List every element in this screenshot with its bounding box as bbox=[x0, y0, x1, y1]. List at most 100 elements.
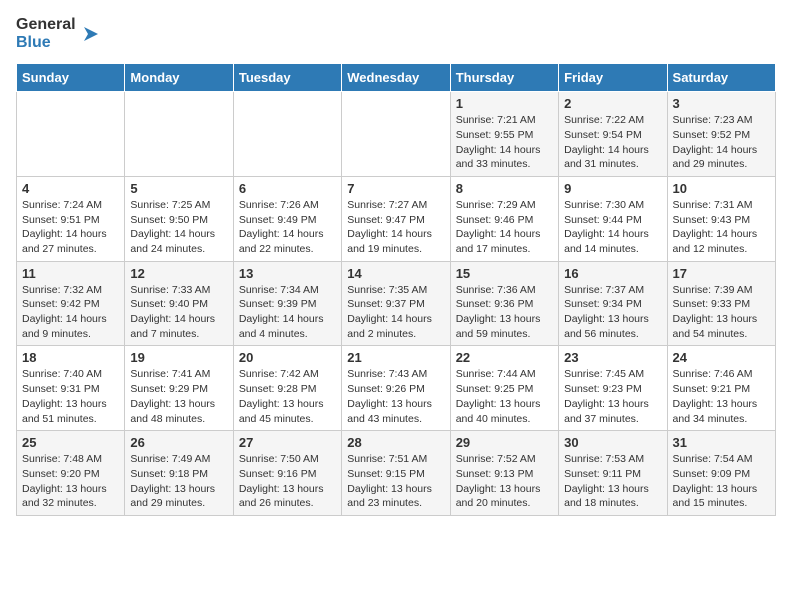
page-header: General Blue bbox=[16, 16, 776, 51]
day-number: 5 bbox=[130, 181, 227, 196]
day-info: Sunrise: 7:51 AMSunset: 9:15 PMDaylight:… bbox=[347, 452, 444, 511]
calendar-cell: 2 Sunrise: 7:22 AMSunset: 9:54 PMDaylight… bbox=[559, 92, 667, 177]
day-info: Sunrise: 7:45 AMSunset: 9:23 PMDaylight:… bbox=[564, 367, 661, 426]
logo-arrow-icon bbox=[80, 23, 102, 45]
calendar-cell: 12Sunrise: 7:33 AMSunset: 9:40 PMDayligh… bbox=[125, 261, 233, 346]
calendar-header: SundayMondayTuesdayWednesdayThursdayFrid… bbox=[17, 64, 776, 92]
day-info: Sunrise: 7:33 AMSunset: 9:40 PMDaylight:… bbox=[130, 283, 227, 342]
day-info: Sunrise: 7:46 AMSunset: 9:21 PMDaylight:… bbox=[673, 367, 770, 426]
day-number: 4 bbox=[22, 181, 119, 196]
day-info: Sunrise: 7:24 AMSunset: 9:51 PMDaylight:… bbox=[22, 198, 119, 257]
day-info: Sunrise: 7:42 AMSunset: 9:28 PMDaylight:… bbox=[239, 367, 336, 426]
day-info: Sunrise: 7:29 AMSunset: 9:46 PMDaylight:… bbox=[456, 198, 553, 257]
weekday-header-monday: Monday bbox=[125, 64, 233, 92]
day-number: 26 bbox=[130, 435, 227, 450]
calendar-cell: 28 Sunrise: 7:51 AMSunset: 9:15 PMDayligh… bbox=[342, 431, 450, 516]
day-number: 28 bbox=[347, 435, 444, 450]
calendar-week-1: 1Sunrise: 7:21 AMSunset: 9:55 PMDaylight… bbox=[17, 92, 776, 177]
calendar-cell: 20Sunrise: 7:42 AMSunset: 9:28 PMDayligh… bbox=[233, 346, 341, 431]
calendar-cell: 19Sunrise: 7:41 AMSunset: 9:29 PMDayligh… bbox=[125, 346, 233, 431]
day-number: 13 bbox=[239, 266, 336, 281]
day-info: Sunrise: 7:37 AMSunset: 9:34 PMDaylight:… bbox=[564, 283, 661, 342]
day-number: 6 bbox=[239, 181, 336, 196]
day-number: 11 bbox=[22, 266, 119, 281]
day-number: 29 bbox=[456, 435, 553, 450]
calendar-cell: 16 Sunrise: 7:37 AMSunset: 9:34 PMDayligh… bbox=[559, 261, 667, 346]
calendar-cell: 6 Sunrise: 7:26 AMSunset: 9:49 PMDaylight… bbox=[233, 176, 341, 261]
logo-text: General Blue bbox=[16, 16, 76, 51]
calendar-cell bbox=[233, 92, 341, 177]
day-info: Sunrise: 7:26 AMSunset: 9:49 PMDaylight:… bbox=[239, 198, 336, 257]
calendar-cell: 4 Sunrise: 7:24 AMSunset: 9:51 PMDaylight… bbox=[17, 176, 125, 261]
day-number: 3 bbox=[673, 96, 770, 111]
day-number: 9 bbox=[564, 181, 661, 196]
day-number: 19 bbox=[130, 350, 227, 365]
calendar-cell: 24Sunrise: 7:46 AMSunset: 9:21 PMDayligh… bbox=[667, 346, 775, 431]
day-number: 18 bbox=[22, 350, 119, 365]
day-info: Sunrise: 7:30 AMSunset: 9:44 PMDaylight:… bbox=[564, 198, 661, 257]
calendar-cell bbox=[125, 92, 233, 177]
day-info: Sunrise: 7:48 AMSunset: 9:20 PMDaylight:… bbox=[22, 452, 119, 511]
day-info: Sunrise: 7:39 AMSunset: 9:33 PMDaylight:… bbox=[673, 283, 770, 342]
day-info: Sunrise: 7:52 AMSunset: 9:13 PMDaylight:… bbox=[456, 452, 553, 511]
day-info: Sunrise: 7:44 AMSunset: 9:25 PMDaylight:… bbox=[456, 367, 553, 426]
calendar-cell: 3 Sunrise: 7:23 AMSunset: 9:52 PMDaylight… bbox=[667, 92, 775, 177]
logo-general: General bbox=[16, 16, 76, 33]
day-info: Sunrise: 7:36 AMSunset: 9:36 PMDaylight:… bbox=[456, 283, 553, 342]
weekday-header-thursday: Thursday bbox=[450, 64, 558, 92]
day-info: Sunrise: 7:54 AMSunset: 9:09 PMDaylight:… bbox=[673, 452, 770, 511]
logo-blue: Blue bbox=[16, 34, 51, 51]
day-number: 14 bbox=[347, 266, 444, 281]
calendar-cell: 9 Sunrise: 7:30 AMSunset: 9:44 PMDaylight… bbox=[559, 176, 667, 261]
day-number: 2 bbox=[564, 96, 661, 111]
day-number: 15 bbox=[456, 266, 553, 281]
calendar-week-3: 11Sunrise: 7:32 AMSunset: 9:42 PMDayligh… bbox=[17, 261, 776, 346]
weekday-header-row: SundayMondayTuesdayWednesdayThursdayFrid… bbox=[17, 64, 776, 92]
day-info: Sunrise: 7:22 AMSunset: 9:54 PMDaylight:… bbox=[564, 113, 661, 172]
calendar-week-4: 18 Sunrise: 7:40 AMSunset: 9:31 PMDayligh… bbox=[17, 346, 776, 431]
day-info: Sunrise: 7:31 AMSunset: 9:43 PMDaylight:… bbox=[673, 198, 770, 257]
day-number: 16 bbox=[564, 266, 661, 281]
calendar-cell: 30Sunrise: 7:53 AMSunset: 9:11 PMDayligh… bbox=[559, 431, 667, 516]
calendar-cell: 18 Sunrise: 7:40 AMSunset: 9:31 PMDayligh… bbox=[17, 346, 125, 431]
weekday-header-friday: Friday bbox=[559, 64, 667, 92]
day-info: Sunrise: 7:21 AMSunset: 9:55 PMDaylight:… bbox=[456, 113, 553, 172]
day-info: Sunrise: 7:35 AMSunset: 9:37 PMDaylight:… bbox=[347, 283, 444, 342]
day-info: Sunrise: 7:50 AMSunset: 9:16 PMDaylight:… bbox=[239, 452, 336, 511]
day-info: Sunrise: 7:23 AMSunset: 9:52 PMDaylight:… bbox=[673, 113, 770, 172]
day-number: 31 bbox=[673, 435, 770, 450]
calendar-table: SundayMondayTuesdayWednesdayThursdayFrid… bbox=[16, 63, 776, 516]
day-info: Sunrise: 7:40 AMSunset: 9:31 PMDaylight:… bbox=[22, 367, 119, 426]
calendar-cell: 1Sunrise: 7:21 AMSunset: 9:55 PMDaylight… bbox=[450, 92, 558, 177]
calendar-cell: 25Sunrise: 7:48 AMSunset: 9:20 PMDayligh… bbox=[17, 431, 125, 516]
calendar-week-2: 4 Sunrise: 7:24 AMSunset: 9:51 PMDaylight… bbox=[17, 176, 776, 261]
weekday-header-wednesday: Wednesday bbox=[342, 64, 450, 92]
calendar-cell: 21 Sunrise: 7:43 AMSunset: 9:26 PMDayligh… bbox=[342, 346, 450, 431]
calendar-cell: 14 Sunrise: 7:35 AMSunset: 9:37 PMDayligh… bbox=[342, 261, 450, 346]
calendar-cell bbox=[17, 92, 125, 177]
day-number: 23 bbox=[564, 350, 661, 365]
calendar-cell: 27 Sunrise: 7:50 AMSunset: 9:16 PMDayligh… bbox=[233, 431, 341, 516]
calendar-cell: 26 Sunrise: 7:49 AMSunset: 9:18 PMDayligh… bbox=[125, 431, 233, 516]
day-number: 21 bbox=[347, 350, 444, 365]
calendar-week-5: 25Sunrise: 7:48 AMSunset: 9:20 PMDayligh… bbox=[17, 431, 776, 516]
calendar-cell: 11Sunrise: 7:32 AMSunset: 9:42 PMDayligh… bbox=[17, 261, 125, 346]
day-number: 7 bbox=[347, 181, 444, 196]
calendar-cell: 29 Sunrise: 7:52 AMSunset: 9:13 PMDayligh… bbox=[450, 431, 558, 516]
day-info: Sunrise: 7:49 AMSunset: 9:18 PMDaylight:… bbox=[130, 452, 227, 511]
calendar-cell: 22Sunrise: 7:44 AMSunset: 9:25 PMDayligh… bbox=[450, 346, 558, 431]
calendar-cell: 13 Sunrise: 7:34 AMSunset: 9:39 PMDayligh… bbox=[233, 261, 341, 346]
day-number: 30 bbox=[564, 435, 661, 450]
calendar-cell: 5 Sunrise: 7:25 AMSunset: 9:50 PMDaylight… bbox=[125, 176, 233, 261]
day-number: 27 bbox=[239, 435, 336, 450]
weekday-header-sunday: Sunday bbox=[17, 64, 125, 92]
day-info: Sunrise: 7:25 AMSunset: 9:50 PMDaylight:… bbox=[130, 198, 227, 257]
day-info: Sunrise: 7:27 AMSunset: 9:47 PMDaylight:… bbox=[347, 198, 444, 257]
calendar-cell: 31 Sunrise: 7:54 AMSunset: 9:09 PMDayligh… bbox=[667, 431, 775, 516]
day-number: 10 bbox=[673, 181, 770, 196]
day-info: Sunrise: 7:43 AMSunset: 9:26 PMDaylight:… bbox=[347, 367, 444, 426]
day-info: Sunrise: 7:34 AMSunset: 9:39 PMDaylight:… bbox=[239, 283, 336, 342]
weekday-header-tuesday: Tuesday bbox=[233, 64, 341, 92]
calendar-cell: 7 Sunrise: 7:27 AMSunset: 9:47 PMDaylight… bbox=[342, 176, 450, 261]
calendar-cell: 8Sunrise: 7:29 AMSunset: 9:46 PMDaylight… bbox=[450, 176, 558, 261]
